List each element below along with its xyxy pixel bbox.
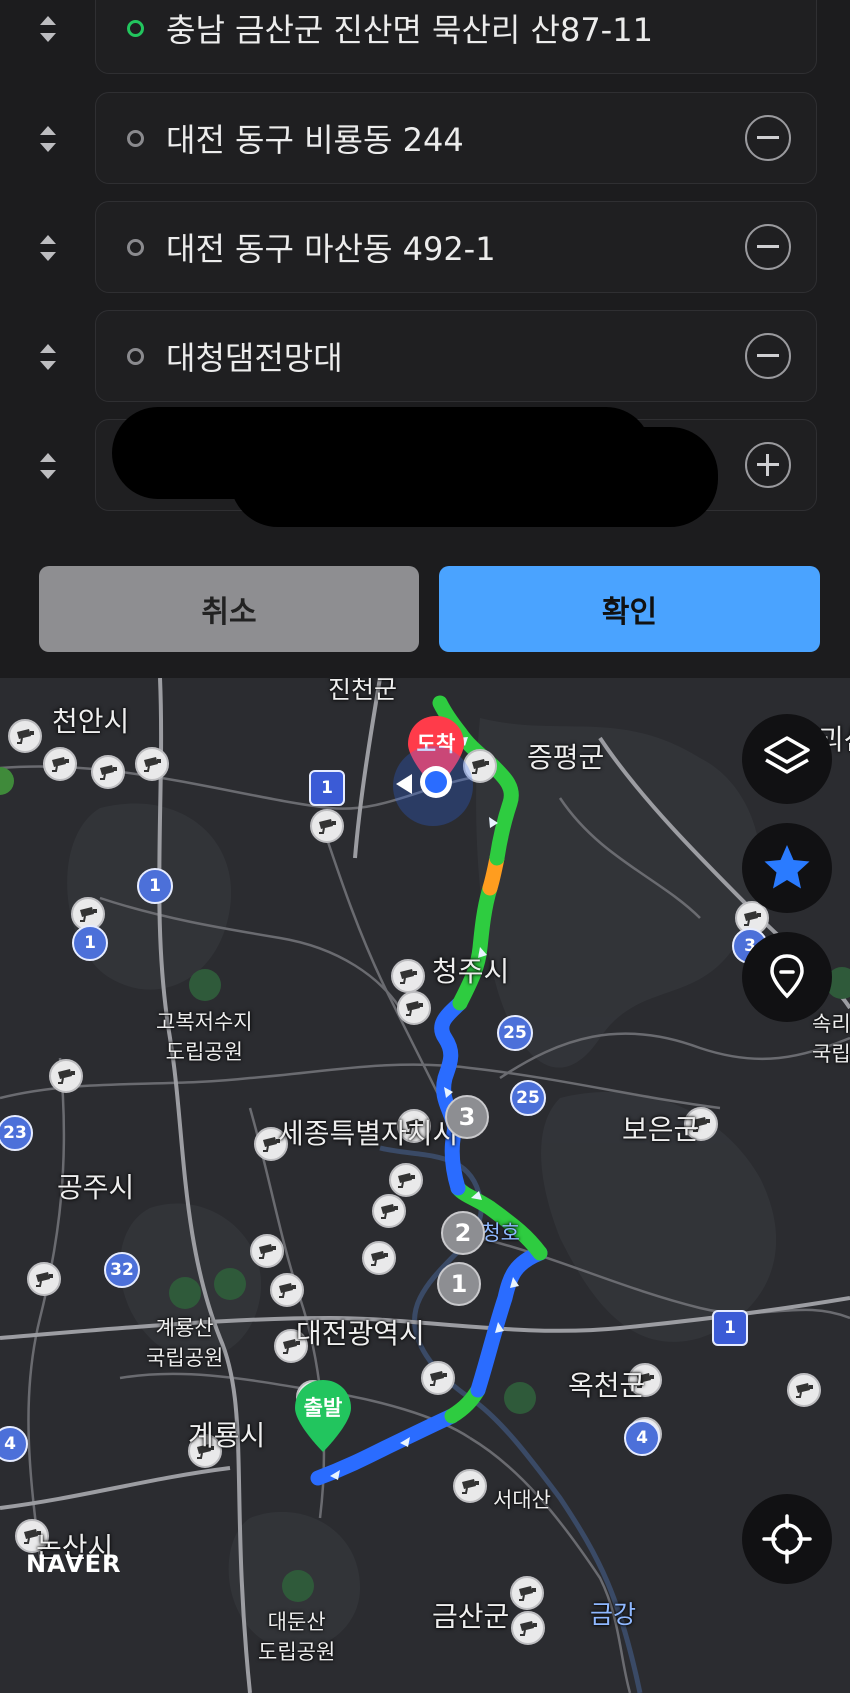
cancel-button[interactable]: 취소: [39, 566, 419, 652]
waypoint-marker-3[interactable]: 3: [445, 1095, 489, 1139]
via-dot-icon: [127, 239, 144, 256]
road-shield: 1: [72, 925, 108, 961]
crosshair-icon: [762, 1514, 812, 1564]
waypoint-row-destination: [0, 407, 850, 527]
waypoint-field[interactable]: 대전 동구 비룡동 244: [95, 92, 817, 184]
place-label: 증평군: [527, 741, 605, 774]
naver-logo: NAVER: [26, 1550, 122, 1578]
cctv-camera-icon: [310, 809, 344, 843]
cctv-camera-icon: [250, 1234, 284, 1268]
cctv-camera-icon: [389, 1163, 423, 1197]
add-waypoint-button[interactable]: [745, 442, 791, 488]
place-label: 공주시: [57, 1171, 135, 1204]
cctv-camera-icon: [270, 1273, 304, 1307]
cctv-camera-icon: [8, 719, 42, 753]
drag-handle-icon[interactable]: [38, 122, 58, 156]
confirm-button[interactable]: 확인: [439, 566, 820, 652]
place-label: 대둔산 도립공원: [258, 1610, 336, 1664]
place-label: 보은군: [622, 1113, 700, 1146]
cctv-camera-icon: [787, 1373, 821, 1407]
current-location-icon: [396, 766, 452, 798]
place-label: 고복저수지 도립공원: [156, 1010, 253, 1064]
waypoint-marker-2[interactable]: 2: [441, 1211, 485, 1255]
road-shield: 4: [624, 1420, 660, 1456]
via-dot-icon: [127, 130, 144, 147]
place-pin-button[interactable]: [742, 932, 832, 1022]
waypoint-text: 대전 동구 마산동 492-1: [166, 230, 496, 268]
waypoint-marker-1[interactable]: 1: [437, 1262, 481, 1306]
cctv-camera-icon: [91, 755, 125, 789]
waypoint-row: 대전 동구 비룡동 244: [0, 92, 850, 186]
place-label: 옥천군: [568, 1369, 646, 1402]
favorites-button[interactable]: [742, 823, 832, 913]
layers-button[interactable]: [742, 714, 832, 804]
cctv-camera-icon: [372, 1194, 406, 1228]
cctv-camera-icon: [421, 1361, 455, 1395]
cctv-camera-icon: [453, 1469, 487, 1503]
cctv-camera-icon: [397, 991, 431, 1025]
start-dot-icon: [127, 20, 144, 37]
drag-handle-icon[interactable]: [38, 231, 58, 265]
place-label: 세종특별자치시: [278, 1117, 459, 1150]
cctv-camera-icon: [362, 1241, 396, 1275]
redaction-mark: [230, 427, 718, 527]
via-dot-icon: [127, 348, 144, 365]
layers-icon: [764, 736, 810, 774]
waypoint-editor-panel: 충남 금산군 진산면 묵산리 산87-11 대전 동구 비룡동 244 대전 동…: [0, 0, 850, 678]
place-label: 계룡시: [188, 1419, 266, 1452]
cctv-camera-icon: [27, 1262, 61, 1296]
waypoint-field[interactable]: 충남 금산군 진산면 묵산리 산87-11: [95, 0, 817, 74]
place-label: 천안시: [52, 705, 130, 738]
waypoint-field[interactable]: 대청댐전망대: [95, 310, 817, 402]
road-shield: 1: [712, 1310, 748, 1346]
place-label: 청주시: [432, 955, 510, 988]
cctv-camera-icon: [49, 1059, 83, 1093]
drag-handle-icon[interactable]: [38, 12, 58, 46]
start-marker-label: 출발: [303, 1396, 343, 1420]
cctv-camera-icon: [391, 959, 425, 993]
place-label: 계룡산 국립공원: [146, 1316, 224, 1370]
remove-waypoint-button[interactable]: [745, 224, 791, 270]
place-pin-icon: [770, 954, 804, 999]
place-label: 금산군: [432, 1600, 510, 1633]
my-location-button[interactable]: [742, 1494, 832, 1584]
waypoint-text: 대전 동구 비룡동 244: [166, 121, 464, 159]
road-shield: 1: [137, 868, 173, 904]
remove-waypoint-button[interactable]: [745, 115, 791, 161]
drag-handle-icon[interactable]: [38, 449, 58, 483]
waypoint-row: 대청댐전망대: [0, 310, 850, 404]
cctv-camera-icon: [510, 1576, 544, 1610]
waypoint-field[interactable]: 대전 동구 마산동 492-1: [95, 201, 817, 293]
cctv-camera-icon: [511, 1611, 545, 1645]
place-label: 진천군: [328, 678, 398, 704]
route-map[interactable]: 진천군 천안시 증평군 괴산군 청주시 고복저수지 도립공원 세종특별자치시 보…: [0, 678, 850, 1693]
place-label: 서대산: [493, 1488, 551, 1512]
cctv-camera-icon: [135, 747, 169, 781]
drag-handle-icon[interactable]: [38, 340, 58, 374]
cctv-camera-icon: [43, 747, 77, 781]
waypoint-row-start: 충남 금산군 진산면 묵산리 산87-11: [0, 0, 850, 76]
start-marker[interactable]: 출발: [291, 1378, 355, 1452]
road-shield: 25: [497, 1015, 533, 1051]
waypoint-text: 충남 금산군 진산면 묵산리 산87-11: [166, 11, 653, 49]
road-shield: 32: [104, 1252, 140, 1288]
waypoint-row: 대전 동구 마산동 492-1: [0, 201, 850, 295]
place-label: 금강: [590, 1600, 637, 1629]
remove-waypoint-button[interactable]: [745, 333, 791, 379]
road-shield: 25: [510, 1080, 546, 1116]
star-icon: [764, 845, 810, 889]
road-shield: 1: [309, 770, 345, 806]
place-label: 대전광역시: [296, 1317, 425, 1350]
waypoint-text: 대청댐전망대: [166, 339, 343, 377]
